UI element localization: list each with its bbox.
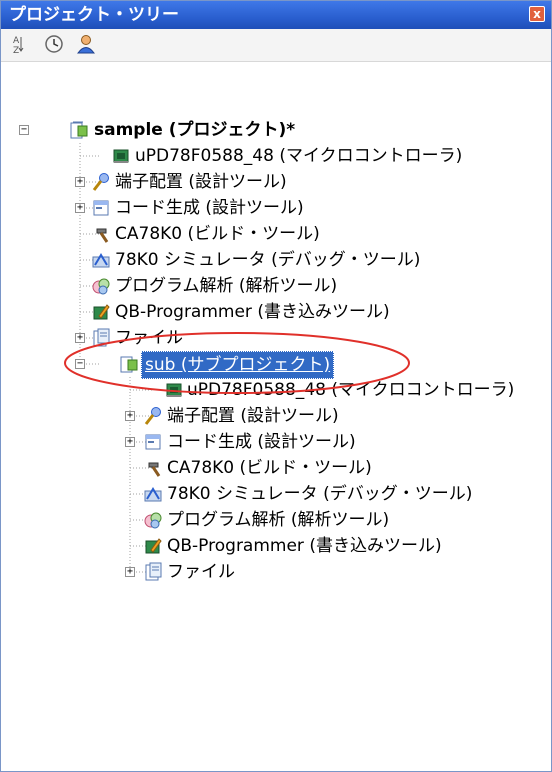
person-icon [77,35,95,54]
history-button[interactable] [43,33,65,55]
sort-az-button[interactable]: A Z [7,33,29,55]
close-icon: x [533,7,541,21]
user-button[interactable] [75,33,97,55]
highlight-ellipse [64,332,410,394]
panel-title: プロジェクト・ツリー [9,5,179,25]
project-tree-panel: プロジェクト・ツリー x A Z − sample (プロジェクト)* uPD7… [0,0,552,772]
sort-az-icon: A Z [13,36,24,54]
panel-toolbar: A Z [1,29,551,62]
clock-icon [45,35,63,53]
project-tree: − sample (プロジェクト)* uPD78F0588_48 (マイクロコン… [1,67,551,767]
panel-titlebar: プロジェクト・ツリー x [1,1,551,29]
svg-text:A: A [13,36,20,46]
close-button[interactable]: x [529,6,545,22]
svg-text:Z: Z [13,46,19,54]
